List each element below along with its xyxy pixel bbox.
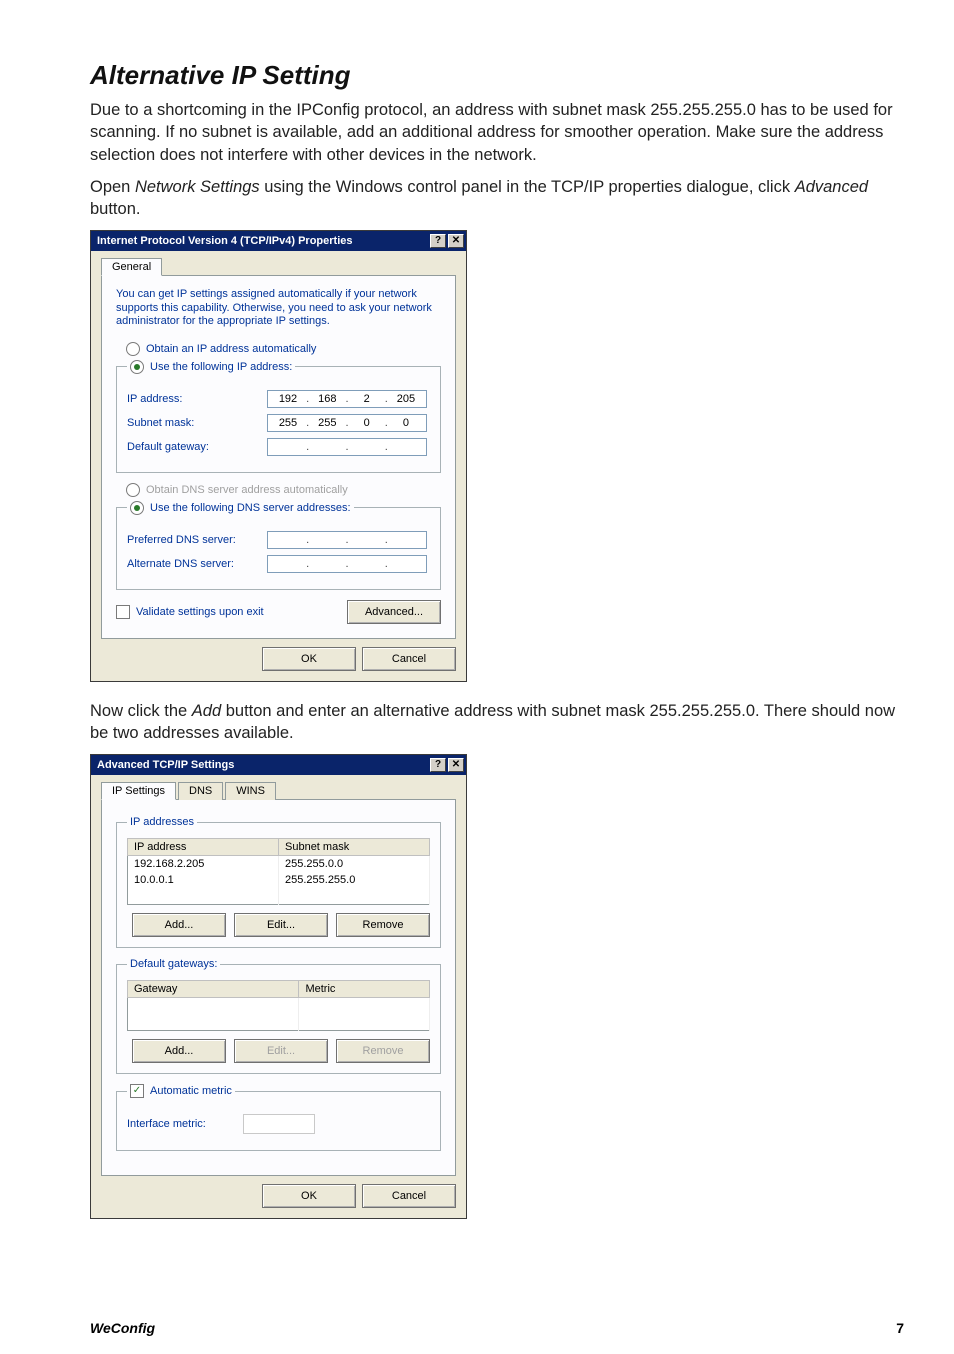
radio-use-following-dns[interactable] — [130, 501, 144, 515]
advanced-tcpip-dialog: Advanced TCP/IP Settings ? ✕ IP Settings… — [90, 754, 467, 1219]
default-gateway-label: Default gateway: — [127, 441, 267, 453]
para2-a: Open — [90, 178, 135, 196]
subnet-mask-input[interactable]: 255. 255. 0. 0 — [267, 414, 427, 432]
preferred-dns-input[interactable]: . . . — [267, 531, 427, 549]
ip-addresses-list[interactable]: IP address Subnet mask 192.168.2.205 255… — [127, 838, 430, 905]
close-icon[interactable]: ✕ — [448, 234, 464, 248]
advanced-button[interactable]: Advanced... — [347, 600, 441, 624]
gw-remove-button: Remove — [336, 1039, 430, 1063]
dialog1-title: Internet Protocol Version 4 (TCP/IPv4) P… — [97, 235, 353, 247]
mid-paragraph: Now click the Add button and enter an al… — [90, 700, 904, 745]
dialog2-title: Advanced TCP/IP Settings — [97, 759, 234, 771]
para2-c: button. — [90, 200, 140, 218]
radio-use-following-ip[interactable] — [130, 360, 144, 374]
radio-use-following-dns-label: Use the following DNS server addresses: — [150, 502, 351, 514]
validate-on-exit-checkbox[interactable] — [116, 605, 130, 619]
automatic-metric-label: Automatic metric — [150, 1085, 232, 1097]
tcpip-properties-dialog: Internet Protocol Version 4 (TCP/IPv4) P… — [90, 230, 467, 682]
ok-button[interactable]: OK — [262, 1184, 356, 1208]
gateways-list[interactable]: Gateway Metric — [127, 980, 430, 1031]
footer-brand: WeConfig — [90, 1320, 155, 1336]
gw-edit-button: Edit... — [234, 1039, 328, 1063]
row1-ip: 10.0.0.1 — [128, 872, 279, 888]
row1-mask: 255.255.255.0 — [279, 872, 430, 888]
intro-paragraph-2: Open Network Settings using the Windows … — [90, 176, 904, 221]
intro-paragraph-1: Due to a shortcoming in the IPConfig pro… — [90, 99, 904, 166]
ip-remove-button[interactable]: Remove — [336, 913, 430, 937]
automatic-metric-checkbox[interactable] — [130, 1084, 144, 1098]
para3-add: Add — [192, 702, 221, 720]
mask-seg-3: 0 — [353, 417, 381, 429]
preferred-dns-label: Preferred DNS server: — [127, 534, 267, 546]
ip-seg-2: 168 — [313, 393, 341, 405]
gw-add-button[interactable]: Add... — [132, 1039, 226, 1063]
ip-address-input[interactable]: 192. 168. 2. 205 — [267, 390, 427, 408]
ip-seg-3: 2 — [353, 393, 381, 405]
col-subnet-mask[interactable]: Subnet mask — [279, 839, 430, 856]
table-row[interactable]: 192.168.2.205 255.255.0.0 — [128, 856, 430, 873]
cancel-button[interactable]: Cancel — [362, 1184, 456, 1208]
tab-wins[interactable]: WINS — [225, 782, 276, 800]
cancel-button[interactable]: Cancel — [362, 647, 456, 671]
radio-use-following-ip-label: Use the following IP address: — [150, 361, 292, 373]
interface-metric-label: Interface metric: — [127, 1118, 237, 1130]
help-icon[interactable]: ? — [430, 234, 446, 248]
table-row[interactable]: 10.0.0.1 255.255.255.0 — [128, 872, 430, 888]
para2-advanced: Advanced — [795, 178, 868, 196]
col-metric[interactable]: Metric — [299, 981, 430, 998]
subnet-mask-label: Subnet mask: — [127, 417, 267, 429]
radio-obtain-dns-auto-label: Obtain DNS server address automatically — [146, 484, 348, 496]
ip-addresses-group-label: IP addresses — [127, 816, 197, 828]
ip-seg-1: 192 — [274, 393, 302, 405]
tab-dns[interactable]: DNS — [178, 782, 223, 800]
row0-mask: 255.255.0.0 — [279, 856, 430, 873]
alternate-dns-label: Alternate DNS server: — [127, 558, 267, 570]
col-ip-address[interactable]: IP address — [128, 839, 279, 856]
ip-add-button[interactable]: Add... — [132, 913, 226, 937]
dialog1-titlebar[interactable]: Internet Protocol Version 4 (TCP/IPv4) P… — [91, 231, 466, 251]
ip-edit-button[interactable]: Edit... — [234, 913, 328, 937]
radio-obtain-ip-auto-label: Obtain an IP address automatically — [146, 343, 316, 355]
alternate-dns-input[interactable]: . . . — [267, 555, 427, 573]
para2-network-settings: Network Settings — [135, 178, 260, 196]
tab-general[interactable]: General — [101, 258, 162, 276]
validate-on-exit-label: Validate settings upon exit — [136, 606, 264, 618]
mask-seg-4: 0 — [392, 417, 420, 429]
footer-page-number: 7 — [896, 1320, 904, 1336]
help-icon[interactable]: ? — [430, 758, 446, 772]
para2-b: using the Windows control panel in the T… — [260, 178, 795, 196]
tab-ip-settings[interactable]: IP Settings — [101, 782, 176, 800]
para3-a: Now click the — [90, 702, 192, 720]
interface-metric-input — [243, 1114, 315, 1134]
mask-seg-2: 255 — [313, 417, 341, 429]
gateways-group-label: Default gateways: — [127, 958, 220, 970]
ok-button[interactable]: OK — [262, 647, 356, 671]
close-icon[interactable]: ✕ — [448, 758, 464, 772]
page-title: Alternative IP Setting — [90, 60, 904, 91]
row0-ip: 192.168.2.205 — [128, 856, 279, 873]
ip-address-label: IP address: — [127, 393, 267, 405]
default-gateway-input[interactable]: . . . — [267, 438, 427, 456]
dialog1-help-text: You can get IP settings assigned automat… — [116, 288, 441, 328]
ip-seg-4: 205 — [392, 393, 420, 405]
dialog2-titlebar[interactable]: Advanced TCP/IP Settings ? ✕ — [91, 755, 466, 775]
radio-obtain-ip-auto[interactable] — [126, 342, 140, 356]
col-gateway[interactable]: Gateway — [128, 981, 299, 998]
radio-obtain-dns-auto — [126, 483, 140, 497]
mask-seg-1: 255 — [274, 417, 302, 429]
